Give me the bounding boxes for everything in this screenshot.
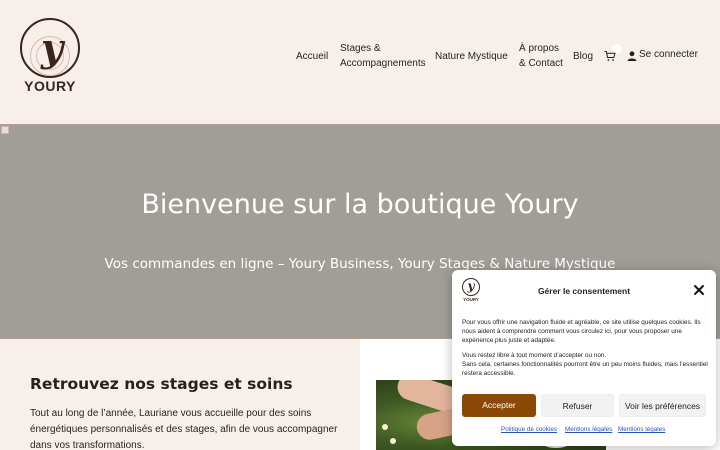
accept-button[interactable]: Accepter xyxy=(462,394,536,417)
nav-item-label: Accompagnements xyxy=(340,58,426,69)
logo-wordmark: YOURY xyxy=(24,78,76,94)
consent-paragraph: Sans cela, certaines fonctionnalités pou… xyxy=(462,361,708,377)
login-link[interactable]: Se connecter xyxy=(639,49,698,60)
intro-section: Retrouvez nos stages et soins Tout au lo… xyxy=(0,339,360,450)
nav-item-label: À propos xyxy=(519,43,560,54)
nav-item-label: & Contact xyxy=(519,58,563,69)
broken-image-icon xyxy=(1,126,9,134)
section-title: Retrouvez nos stages et soins xyxy=(30,375,293,393)
cart-icon[interactable] xyxy=(604,50,616,62)
cookie-consent-dialog: y YOURY Gérer le consentement Pour vous … xyxy=(452,270,716,446)
nav-item-blog[interactable]: Blog xyxy=(573,49,593,64)
consent-logo-wordmark: YOURY xyxy=(463,297,479,302)
legal-notice-link[interactable]: Mentions légales xyxy=(565,426,612,433)
logo-circle: y xyxy=(20,18,80,78)
photo-detail xyxy=(390,438,396,444)
nav-item-nature-mystique[interactable]: Nature Mystique xyxy=(435,49,508,64)
close-icon[interactable] xyxy=(693,284,705,296)
nav-item-about-contact[interactable]: À propos & Contact xyxy=(519,41,563,71)
hero-title: Bienvenue sur la boutique Youry xyxy=(141,189,579,220)
preferences-button[interactable]: Voir les préférences xyxy=(619,394,706,417)
legal-notice-link[interactable]: Mentions légales xyxy=(618,426,665,433)
consent-paragraph: Vous restez libre à tout moment d’accept… xyxy=(462,352,607,359)
user-icon[interactable] xyxy=(627,51,637,61)
consent-paragraph: Pour vous offrir une navigation fluide e… xyxy=(462,319,701,344)
cookie-policy-link[interactable]: Politique de cookies xyxy=(501,426,557,433)
consent-title: Gérer le consentement xyxy=(537,286,631,296)
nav-item-accueil[interactable]: Accueil xyxy=(296,49,328,64)
youry-logo[interactable]: y YOURY xyxy=(18,18,82,96)
site-header: y YOURY Accueil Stages & Accompagnements… xyxy=(0,0,720,124)
photo-detail xyxy=(382,424,388,430)
logo-monogram: y xyxy=(40,25,64,70)
nav-item-stages[interactable]: Stages & Accompagnements xyxy=(340,41,426,71)
nav-item-label: Stages & xyxy=(340,43,381,54)
refuse-button[interactable]: Refuser xyxy=(541,394,614,417)
section-text: Tout au long de l’année, Lauriane vous a… xyxy=(30,408,338,450)
